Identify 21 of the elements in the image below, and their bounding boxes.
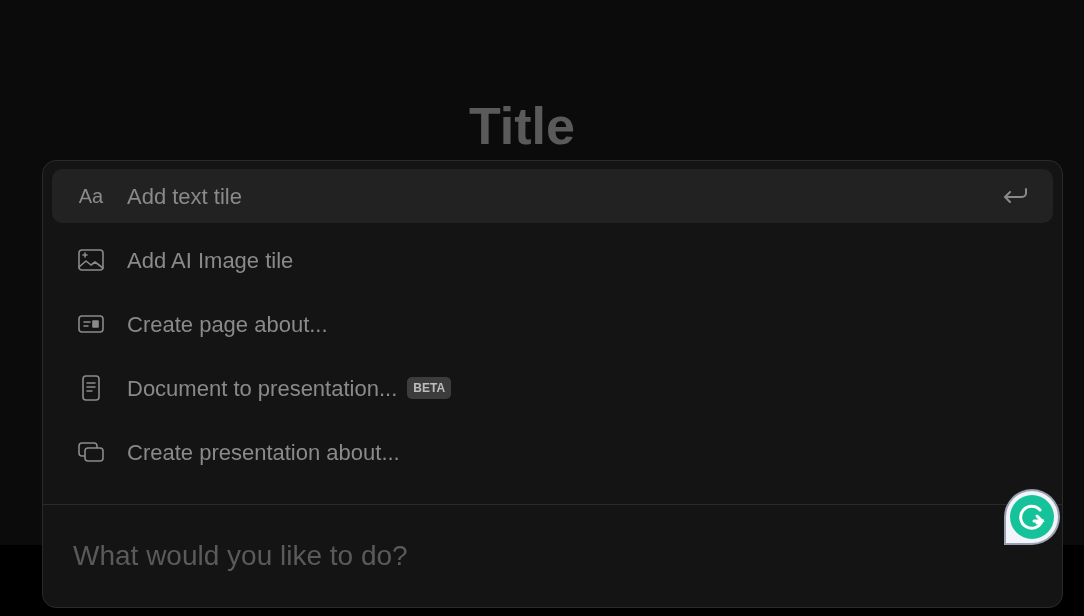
menu-item[interactable]: Aa Add text tile — [52, 169, 1053, 223]
document-icon — [80, 374, 102, 402]
page-title: Title — [469, 100, 575, 152]
image-icon — [77, 248, 105, 272]
prompt-input[interactable]: What would you like to do? — [73, 535, 1032, 577]
text-style-icon: Aa — [77, 181, 105, 211]
menu-item-label: Create page about... — [127, 310, 328, 339]
stacked-windows-icon — [77, 440, 105, 464]
menu-item-label: Add text tile — [127, 182, 242, 211]
menu-item[interactable]: Document to presentation... BETA — [52, 361, 1053, 415]
menu-item[interactable]: Add AI Image tile — [52, 233, 1053, 287]
menu-item[interactable]: Create presentation about... — [52, 425, 1053, 479]
enter-key-icon — [1002, 187, 1028, 205]
beta-badge: BETA — [407, 377, 452, 399]
menu-item[interactable]: Create page about... — [52, 297, 1053, 351]
assistant-badge-button[interactable] — [1004, 489, 1060, 545]
card-icon — [77, 314, 105, 334]
menu-item-label: Add AI Image tile — [127, 246, 294, 275]
menu-item-label: Create presentation about... — [127, 438, 400, 467]
assistant-logo-icon — [1010, 495, 1054, 539]
menu-item-label: Document to presentation... — [127, 374, 398, 403]
